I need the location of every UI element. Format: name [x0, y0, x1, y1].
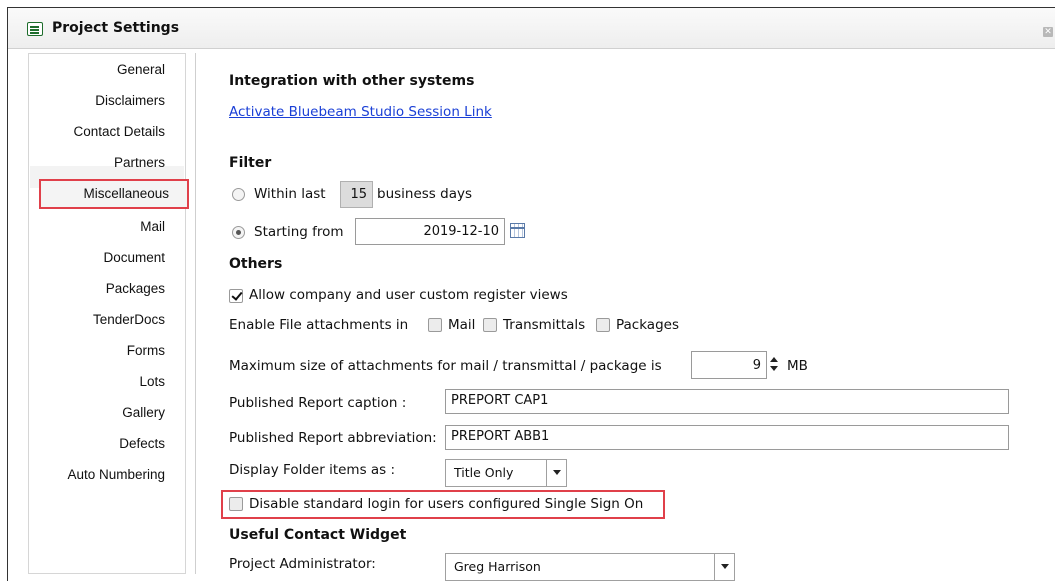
attach-mail-label: Mail — [448, 317, 476, 333]
starting-from-date-input[interactable]: 2019-12-10 — [355, 218, 505, 245]
bluebeam-link[interactable]: Activate Bluebeam Studio Session Link — [229, 104, 492, 120]
nav-item-miscellaneous[interactable]: Miscellaneous — [39, 179, 189, 209]
chevron-down-icon — [546, 460, 566, 486]
allow-views-checkbox[interactable] — [229, 289, 243, 303]
nav-item-contact-details[interactable]: Contact Details — [73, 124, 165, 139]
report-abbrev-label: Published Report abbreviation: — [229, 430, 437, 446]
window-title: Project Settings — [52, 20, 180, 36]
chevron-down-icon — [714, 554, 734, 580]
starting-from-radio[interactable] — [232, 226, 245, 239]
project-admin-value: Greg Harrison — [454, 559, 541, 574]
calendar-icon[interactable] — [510, 223, 525, 238]
nav-item-packages[interactable]: Packages — [106, 281, 165, 296]
display-folder-value: Title Only — [454, 465, 514, 480]
nav-item-defects[interactable]: Defects — [119, 436, 165, 451]
report-caption-input[interactable]: PREPORT CAP1 — [445, 389, 1009, 414]
nav-item-general[interactable]: General — [117, 62, 165, 77]
nav-item-tenderdocs[interactable]: TenderDocs — [93, 312, 165, 327]
within-last-label: Within last — [254, 186, 326, 202]
settings-nav: General Disclaimers Contact Details Part… — [28, 53, 189, 574]
others-heading: Others — [229, 256, 283, 272]
settings-window-icon — [27, 22, 43, 36]
admin-label: Project Administrator: — [229, 556, 376, 572]
disable-login-label: Disable standard login for users configu… — [249, 496, 644, 512]
max-size-input[interactable]: 9 — [691, 351, 767, 379]
attach-mail-checkbox[interactable] — [428, 318, 442, 332]
report-abbrev-input[interactable]: PREPORT ABB1 — [445, 425, 1009, 450]
attach-transmittals-label: Transmittals — [503, 317, 586, 333]
content-divider — [195, 53, 196, 574]
max-size-label: Maximum size of attachments for mail / t… — [229, 358, 662, 374]
nav-item-forms[interactable]: Forms — [127, 343, 165, 358]
business-days-label: business days — [377, 186, 472, 202]
attach-packages-checkbox[interactable] — [596, 318, 610, 332]
integration-heading: Integration with other systems — [229, 73, 475, 89]
report-caption-label: Published Report caption : — [229, 395, 407, 411]
enable-attachments-label: Enable File attachments in — [229, 317, 409, 333]
nav-item-document[interactable]: Document — [103, 250, 165, 265]
nav-item-partners[interactable]: Partners — [114, 155, 165, 170]
display-folder-select[interactable]: Title Only — [445, 459, 567, 487]
nav-item-mail[interactable]: Mail — [140, 219, 165, 234]
settings-content: Integration with other systems Activate … — [221, 0, 1055, 581]
display-folder-label: Display Folder items as : — [229, 462, 396, 478]
attach-transmittals-checkbox[interactable] — [483, 318, 497, 332]
disable-login-checkbox[interactable] — [229, 497, 243, 511]
max-size-spinner-icon[interactable] — [769, 356, 779, 374]
max-size-unit: MB — [787, 358, 808, 374]
widget-heading: Useful Contact Widget — [229, 527, 407, 543]
nav-item-auto-numbering[interactable]: Auto Numbering — [67, 467, 165, 482]
starting-from-label: Starting from — [254, 224, 344, 240]
within-last-radio[interactable] — [232, 188, 245, 201]
project-admin-select[interactable]: Greg Harrison — [445, 553, 735, 581]
nav-item-gallery[interactable]: Gallery — [122, 405, 165, 420]
within-last-days-input[interactable]: 15 — [340, 181, 373, 208]
nav-item-disclaimers[interactable]: Disclaimers — [95, 93, 165, 108]
allow-views-label: Allow company and user custom register v… — [249, 287, 568, 303]
filter-heading: Filter — [229, 155, 272, 171]
nav-item-lots[interactable]: Lots — [139, 374, 165, 389]
attach-packages-label: Packages — [616, 317, 679, 333]
